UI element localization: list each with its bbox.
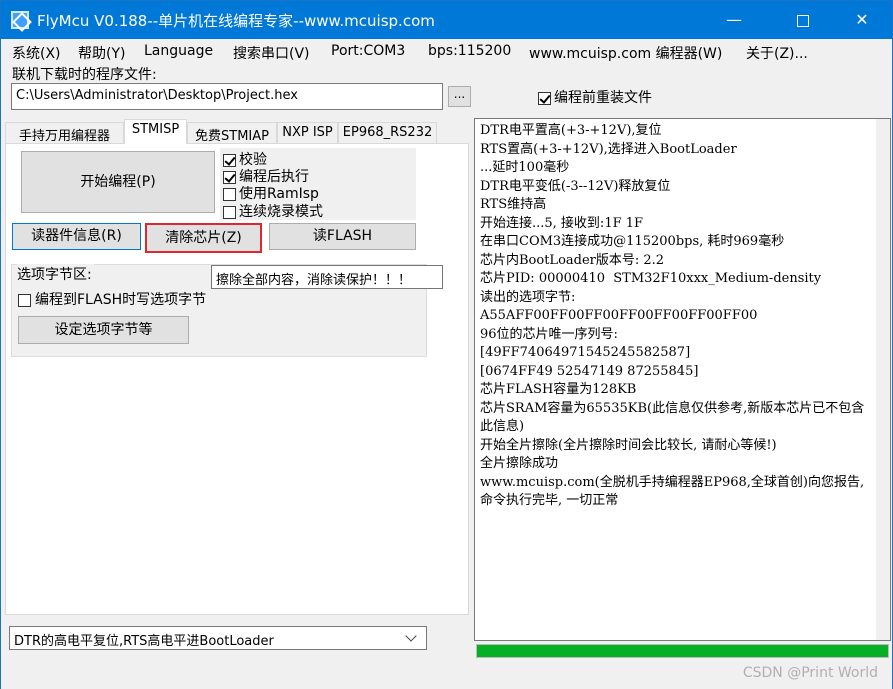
log-line: RTS置高(+3-+12V),选择进入BootLoader bbox=[480, 141, 737, 157]
program-file-label: 联机下载时的程序文件: bbox=[12, 67, 157, 83]
log-line: [49FF74064971545245582587] bbox=[480, 345, 691, 360]
log-output[interactable]: DTR电平置高(+3-+12V),复位 RTS置高(+3-+12V),选择进入Bo… bbox=[474, 118, 891, 641]
reload-file-checkbox[interactable] bbox=[538, 91, 551, 105]
log-line: A55AFF00FF00FF00FF00FF00FF00FF00 bbox=[480, 308, 758, 323]
verify-checkbox[interactable] bbox=[223, 153, 236, 167]
log-line: 芯片FLASH容量为128KB bbox=[480, 382, 637, 397]
option-bytes-title: 选项字节区: bbox=[17, 264, 94, 284]
use-ramisp-label: 使用RamIsp bbox=[239, 186, 319, 202]
tab-stmisp[interactable]: STMISP bbox=[124, 119, 187, 144]
continuous-burn-label: 连续烧录模式 bbox=[239, 204, 323, 220]
log-line: 芯片PID: 00000410 STM32F10xxx_Medium-densi… bbox=[480, 271, 822, 286]
program-file-input[interactable]: C:\Users\Administrator\Desktop\Project.h… bbox=[11, 83, 443, 110]
log-line: 全片擦除成功 bbox=[480, 456, 559, 471]
use-ramisp-option[interactable]: 使用RamIsp bbox=[223, 183, 319, 203]
reload-file-option[interactable]: 编程前重装文件 bbox=[538, 87, 652, 107]
log-line: 在串口COM3连接成功@115200bps, 耗时969毫秒 bbox=[480, 234, 785, 249]
write-option-bytes-checkbox[interactable] bbox=[18, 293, 31, 307]
menu-language[interactable]: Language bbox=[144, 43, 213, 59]
app-logo-icon bbox=[11, 11, 29, 29]
erase-tooltip: 擦除全部内容，消除读保护！！！ bbox=[211, 265, 443, 289]
log-line: DTR电平置高(+3-+12V),复位 bbox=[480, 123, 662, 138]
tab-free-stmiap[interactable]: 免费STMIAP bbox=[187, 122, 277, 144]
reload-file-label: 编程前重装文件 bbox=[554, 90, 652, 106]
start-program-button[interactable]: 开始编程(P) bbox=[21, 151, 215, 213]
continuous-burn-checkbox[interactable] bbox=[223, 205, 236, 219]
log-line: 96位的芯片唯一序列号: bbox=[480, 326, 618, 342]
reset-mode-select[interactable]: DTR的高电平复位,RTS高电平进BootLoader bbox=[9, 626, 427, 650]
menu-help[interactable]: 帮助(Y) bbox=[78, 43, 125, 63]
menu-about[interactable]: 关于(Z)... bbox=[746, 43, 808, 63]
close-button[interactable]: ✕ bbox=[839, 1, 885, 39]
maximize-icon bbox=[797, 14, 809, 27]
log-line: 芯片内BootLoader版本号: 2.2 bbox=[480, 252, 665, 268]
maximize-button[interactable] bbox=[780, 1, 826, 39]
log-line: [0674FF49 52547149 87255845] bbox=[480, 363, 699, 379]
watermark: CSDN @Print World bbox=[742, 665, 878, 681]
chevron-down-icon[interactable] bbox=[404, 630, 420, 646]
erase-chip-button[interactable]: 清除芯片(Z) bbox=[145, 223, 262, 253]
app-window: FlyMcu V0.188--单片机在线编程专家--www.mcuisp.com… bbox=[0, 0, 893, 689]
menu-programmer[interactable]: www.mcuisp.com 编程器(W) bbox=[529, 43, 722, 63]
tab-handheld-programmer[interactable]: 手持万用编程器 bbox=[5, 122, 124, 144]
tab-ep968-rs232[interactable]: EP968_RS232 bbox=[338, 122, 437, 143]
log-line: 读出的选项字节: bbox=[480, 289, 576, 305]
log-line: DTR电平变低(-3--12V)释放复位 bbox=[480, 178, 671, 194]
erase-chip-label: 清除芯片(Z) bbox=[165, 230, 242, 246]
tab-nxp-isp[interactable]: NXP ISP bbox=[277, 122, 338, 143]
log-text: DTR电平置高(+3-+12V),复位 RTS置高(+3-+12V),选择进入Bo… bbox=[480, 122, 875, 511]
use-ramisp-checkbox[interactable] bbox=[223, 187, 236, 201]
menu-bps[interactable]: bps:115200 bbox=[428, 43, 511, 59]
menu-bar: 系统(X) 帮助(Y) Language 搜索串口(V) Port:COM3 b… bbox=[1, 39, 892, 63]
progress-fill bbox=[477, 645, 888, 657]
write-option-bytes-label: 编程到FLASH时写选项字节 bbox=[35, 292, 207, 308]
read-flash-button[interactable]: 读FLASH bbox=[269, 223, 416, 250]
run-after-program-checkbox[interactable] bbox=[223, 170, 236, 184]
log-line: 开始连接...5, 接收到:1F 1F bbox=[480, 215, 644, 231]
log-line: RTS维持高 bbox=[480, 197, 547, 212]
log-line: 开始全片擦除(全片擦除时间会比较长, 请耐心等候!) bbox=[480, 437, 777, 453]
log-line: ...延时100毫秒 bbox=[480, 160, 570, 175]
log-scrollbar[interactable] bbox=[876, 119, 890, 640]
program-options-group: 校验 编程后执行 使用RamIsp 连续烧录模式 bbox=[220, 148, 416, 220]
minimize-button[interactable]: — bbox=[711, 1, 757, 39]
progress-bar bbox=[476, 644, 889, 658]
menu-search-port[interactable]: 搜索串口(V) bbox=[233, 43, 310, 63]
set-option-bytes-button[interactable]: 设定选项字节等 bbox=[18, 316, 189, 344]
log-line: www.mcuisp.com(全脱机手持编程器EP968,全球首创)向您报告, … bbox=[480, 474, 869, 509]
menu-port[interactable]: Port:COM3 bbox=[331, 43, 405, 59]
window-title: FlyMcu V0.188--单片机在线编程专家--www.mcuisp.com bbox=[37, 12, 435, 30]
write-option-bytes-option[interactable]: 编程到FLASH时写选项字节 bbox=[18, 289, 206, 309]
title-bar[interactable]: FlyMcu V0.188--单片机在线编程专家--www.mcuisp.com… bbox=[1, 1, 892, 39]
continuous-burn-option[interactable]: 连续烧录模式 bbox=[223, 201, 323, 221]
log-line: 芯片SRAM容量为65535KB(此信息仅供参考,新版本芯片已不包含此信息) bbox=[480, 400, 865, 435]
read-device-info-button[interactable]: 读器件信息(R) bbox=[12, 223, 141, 250]
browse-button[interactable]: ... bbox=[448, 86, 471, 107]
menu-system[interactable]: 系统(X) bbox=[12, 43, 61, 63]
